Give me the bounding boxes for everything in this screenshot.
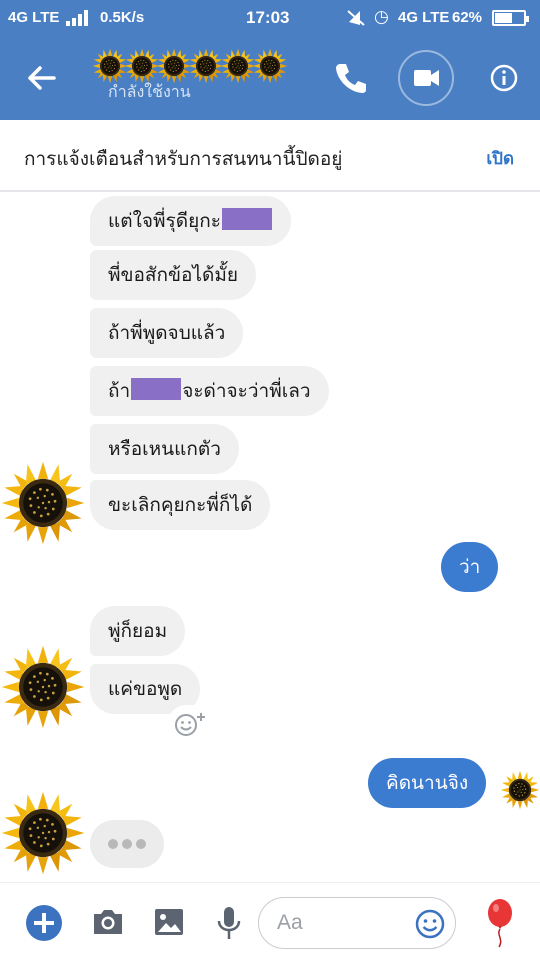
image-icon bbox=[155, 909, 183, 935]
message-text: จะด่าจะว่าพี่เลว bbox=[182, 380, 311, 402]
contact-avatar[interactable] bbox=[0, 460, 86, 546]
active-status: กำลังใช้งาน bbox=[108, 82, 191, 101]
message-composer bbox=[0, 882, 540, 960]
clock: 17:03 bbox=[246, 8, 290, 27]
message-thread[interactable]: แต่ใจพี่รุดียุกะ พี่ขอสักข้อได้มั้ย ถ้าพ… bbox=[0, 192, 540, 882]
message-bubble[interactable]: ถ้าพี่พูดจบแล้ว bbox=[90, 308, 244, 358]
network-label: 4G LTE bbox=[8, 9, 60, 26]
contact-avatar[interactable] bbox=[0, 644, 86, 730]
seen-indicator-avatar bbox=[500, 770, 540, 810]
typing-dot bbox=[136, 839, 146, 849]
back-button[interactable] bbox=[18, 58, 62, 98]
message-text: ว่า bbox=[459, 556, 481, 578]
video-call-button[interactable] bbox=[398, 50, 454, 106]
balloon-icon bbox=[488, 899, 512, 948]
status-bar: 4G LTE 0.5K/s 17:03 ◷ 4G LTE 62% bbox=[0, 0, 540, 36]
voice-button[interactable] bbox=[214, 903, 244, 943]
phone-icon bbox=[336, 64, 366, 93]
message-bubble[interactable]: หรือเหนแกตัว bbox=[90, 424, 239, 474]
battery-fill bbox=[495, 13, 512, 23]
microphone-icon bbox=[217, 907, 241, 939]
video-camera-icon bbox=[414, 70, 439, 86]
network-label-2: 4G LTE bbox=[398, 9, 450, 26]
camera-icon bbox=[94, 910, 122, 934]
message-bubble[interactable]: แต่ใจพี่รุดียุกะ bbox=[90, 196, 291, 246]
battery-icon bbox=[492, 10, 529, 26]
message-text: พู่ก็ยอม bbox=[108, 620, 168, 642]
sunflower-icon bbox=[220, 48, 256, 84]
network-speed: 0.5K/s bbox=[100, 9, 145, 26]
notification-banner-text: การแจ้งเตือนสำหรับการสนทนานี้ปิดอยู่ bbox=[24, 148, 343, 170]
message-text: พี่ขอสักข้อได้มั้ย bbox=[108, 264, 238, 286]
info-button[interactable] bbox=[486, 60, 522, 96]
typing-dot bbox=[108, 839, 118, 849]
message-text: หรือเหนแกตัว bbox=[108, 438, 221, 460]
message-text: ขะเลิกคุยกะพี่ก็ได้ bbox=[108, 494, 253, 516]
turn-on-notifications-link[interactable]: เปิด bbox=[486, 145, 514, 172]
chat-header: กำลังใช้งาน bbox=[0, 36, 540, 120]
arrow-left-icon bbox=[28, 66, 56, 90]
notification-banner: การแจ้งเตือนสำหรับการสนทนานี้ปิดอยู่ เปิ… bbox=[0, 120, 540, 192]
typing-indicator bbox=[90, 820, 164, 868]
camera-button[interactable] bbox=[90, 905, 126, 939]
message-input[interactable] bbox=[277, 906, 417, 940]
gallery-button[interactable] bbox=[152, 905, 186, 939]
info-icon bbox=[490, 64, 518, 92]
add-reaction-icon bbox=[175, 713, 205, 736]
message-bubble[interactable]: พี่ขอสักข้อได้มั้ย bbox=[90, 250, 256, 300]
redacted-block bbox=[221, 208, 272, 230]
battery-percent: 62% bbox=[452, 9, 483, 26]
mute-icon bbox=[346, 9, 366, 31]
message-bubble[interactable]: พู่ก็ยอม bbox=[90, 606, 186, 656]
message-text: แต่ใจพี่รุดียุกะ bbox=[108, 210, 221, 232]
contact-avatar[interactable] bbox=[0, 790, 86, 876]
alarm-icon: ◷ bbox=[374, 7, 389, 26]
message-bubble[interactable]: ถ้า จะด่าจะว่าพี่เลว bbox=[90, 366, 329, 416]
emoji-icon bbox=[415, 909, 445, 939]
call-button[interactable] bbox=[330, 58, 370, 98]
redacted-block bbox=[131, 378, 182, 400]
message-text: แค่ขอพูด bbox=[108, 678, 183, 700]
more-actions-button[interactable] bbox=[26, 905, 62, 941]
balloon-button[interactable] bbox=[482, 897, 518, 949]
typing-dot bbox=[122, 839, 132, 849]
add-reaction-button[interactable] bbox=[168, 705, 216, 741]
sunflower-icon bbox=[252, 48, 288, 84]
message-text: คิดนานจิง bbox=[386, 772, 469, 794]
emoji-button[interactable] bbox=[413, 907, 447, 941]
message-input-wrapper bbox=[258, 897, 456, 949]
message-text: ถ้าพี่พูดจบแล้ว bbox=[108, 322, 226, 344]
message-text: ถ้า bbox=[108, 380, 131, 402]
signal-icon bbox=[66, 10, 92, 26]
message-bubble[interactable]: ขะเลิกคุยกะพี่ก็ได้ bbox=[90, 480, 271, 530]
sunflower-icon bbox=[188, 48, 224, 84]
sent-message-bubble[interactable]: คิดนานจิง bbox=[368, 758, 487, 808]
sent-message-bubble[interactable]: ว่า bbox=[441, 542, 499, 592]
